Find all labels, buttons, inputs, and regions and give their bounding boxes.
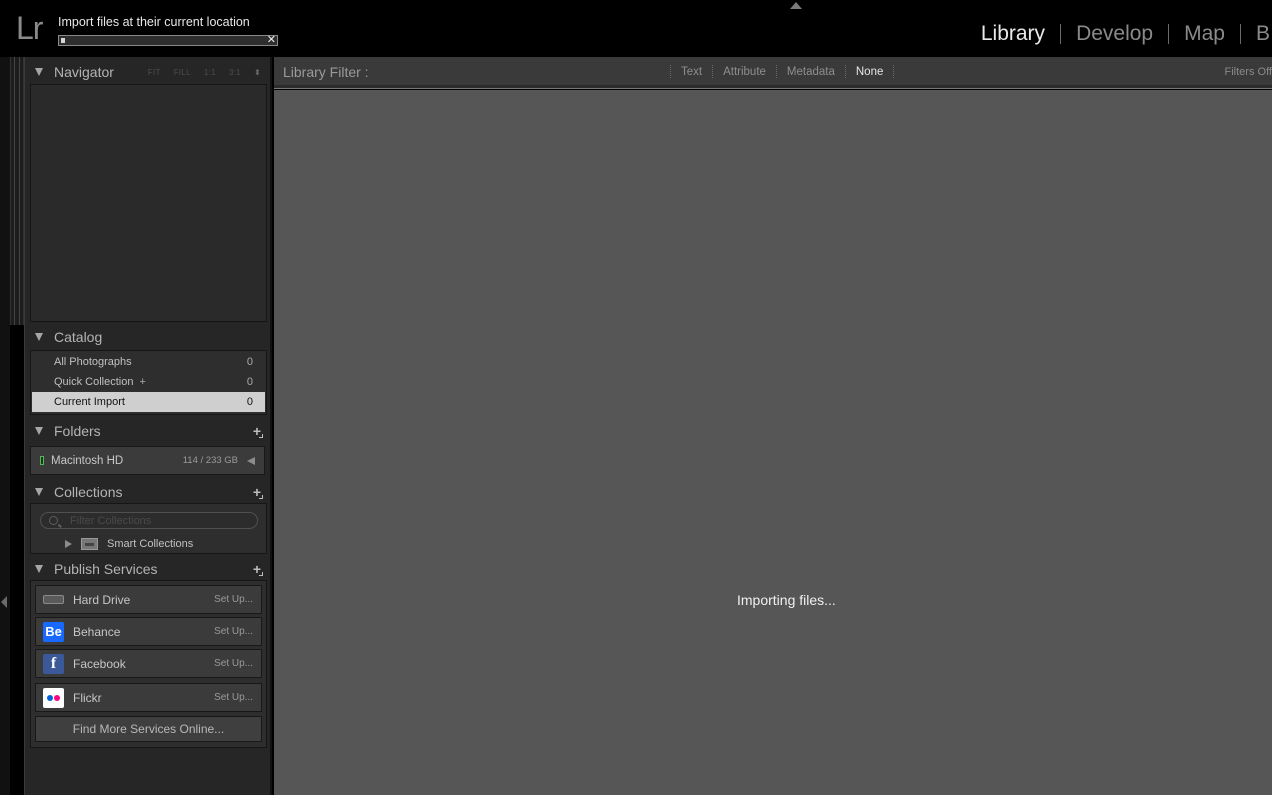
module-picker: Library Develop Map B bbox=[966, 22, 1272, 46]
zoom-stepper-icon[interactable]: ⬍ bbox=[254, 68, 261, 77]
disclosure-triangle-icon bbox=[35, 427, 43, 435]
left-panel: Navigator FIT FILL 1:1 3:1 ⬍ Catalog All… bbox=[24, 57, 272, 795]
behance-icon: Be bbox=[43, 621, 64, 642]
filter-none-tab[interactable]: None bbox=[846, 66, 894, 78]
import-progress-bar: ✕ bbox=[58, 33, 278, 47]
collections-list: Filter Collections Smart Collections bbox=[30, 503, 267, 554]
catalog-list: All Photographs 0 Quick Collection + 0 C… bbox=[30, 350, 267, 415]
collapse-left-panel-icon[interactable] bbox=[1, 596, 7, 608]
zoom-1-1[interactable]: 1:1 bbox=[204, 68, 216, 77]
left-panel-edge bbox=[0, 57, 10, 795]
volume-expand-icon[interactable] bbox=[247, 457, 255, 465]
publish-service-facebook[interactable]: f Facebook Set Up... bbox=[35, 649, 262, 678]
disclosure-triangle-icon bbox=[35, 488, 43, 496]
quick-collection-plus-icon: + bbox=[139, 376, 146, 388]
cancel-import-icon[interactable]: ✕ bbox=[267, 33, 276, 47]
zoom-fill[interactable]: FILL bbox=[174, 68, 191, 77]
filter-collections-input[interactable]: Filter Collections bbox=[40, 512, 258, 529]
catalog-item-count: 0 bbox=[246, 396, 253, 408]
add-collection-icon[interactable]: + bbox=[253, 484, 264, 500]
zoom-3-1[interactable]: 3:1 bbox=[229, 68, 241, 77]
volume-status-led-icon bbox=[40, 456, 44, 465]
catalog-item-count: 0 bbox=[246, 376, 253, 388]
zoom-fit[interactable]: FIT bbox=[148, 68, 161, 77]
collapse-top-panel-icon[interactable] bbox=[790, 2, 802, 9]
filter-collections-placeholder: Filter Collections bbox=[70, 514, 152, 527]
navigator-preview[interactable] bbox=[30, 84, 267, 322]
library-filter-bar: Library Filter : Text Attribute Metadata… bbox=[274, 57, 1272, 86]
add-publish-service-icon[interactable]: + bbox=[253, 561, 264, 577]
smart-collections-item[interactable]: Smart Collections bbox=[65, 535, 193, 552]
find-more-services-button[interactable]: Find More Services Online... bbox=[35, 716, 262, 742]
module-map[interactable]: Map bbox=[1169, 22, 1240, 46]
filter-bar-divider bbox=[274, 86, 1272, 89]
disclosure-triangle-icon bbox=[35, 333, 43, 341]
catalog-item-label: Current Import bbox=[54, 396, 125, 408]
volume-macintosh-hd[interactable]: Macintosh HD 114 / 233 GB bbox=[30, 446, 265, 475]
disclosure-triangle-icon bbox=[35, 565, 43, 573]
filter-separator bbox=[893, 65, 895, 78]
import-progress-fill bbox=[61, 38, 65, 43]
filter-text-tab[interactable]: Text bbox=[671, 66, 712, 78]
smart-collections-label: Smart Collections bbox=[107, 537, 194, 550]
expand-triangle-icon[interactable] bbox=[65, 539, 72, 548]
library-grid[interactable]: Importing files... bbox=[274, 90, 1272, 795]
publish-service-name: Hard Drive bbox=[73, 592, 131, 607]
lightroom-logo: Lr bbox=[16, 10, 43, 46]
publish-service-hard-drive[interactable]: Hard Drive Set Up... bbox=[35, 585, 262, 614]
navigator-header[interactable]: Navigator FIT FILL 1:1 3:1 ⬍ bbox=[29, 60, 267, 84]
publish-services-header[interactable]: Publish Services + bbox=[29, 557, 267, 581]
catalog-item-all-photographs[interactable]: All Photographs 0 bbox=[31, 352, 266, 372]
top-bar: Lr Import files at their current locatio… bbox=[0, 0, 1272, 57]
set-up-link[interactable]: Set Up... bbox=[214, 594, 253, 605]
filter-attribute-tab[interactable]: Attribute bbox=[713, 66, 776, 78]
flickr-icon bbox=[43, 687, 64, 708]
import-status-text: Import files at their current location bbox=[58, 15, 250, 29]
module-book[interactable]: B bbox=[1241, 22, 1272, 46]
catalog-header[interactable]: Catalog bbox=[29, 325, 267, 349]
facebook-icon: f bbox=[43, 653, 64, 674]
module-library[interactable]: Library bbox=[966, 22, 1060, 46]
catalog-item-current-import[interactable]: Current Import 0 bbox=[32, 392, 265, 412]
catalog-item-count: 0 bbox=[246, 356, 253, 368]
search-icon bbox=[49, 516, 58, 525]
catalog-item-label: All Photographs bbox=[54, 356, 132, 368]
folders-header[interactable]: Folders + bbox=[29, 419, 267, 443]
publish-service-flickr[interactable]: Flickr Set Up... bbox=[35, 683, 262, 712]
catalog-title: Catalog bbox=[54, 329, 103, 345]
catalog-item-label: Quick Collection bbox=[54, 376, 134, 388]
navigator-title: Navigator bbox=[54, 64, 114, 80]
publish-service-name: Flickr bbox=[73, 690, 102, 705]
smart-collection-set-icon bbox=[81, 537, 98, 550]
volume-size: 114 / 233 GB bbox=[182, 455, 238, 466]
catalog-item-quick-collection[interactable]: Quick Collection + 0 bbox=[31, 372, 266, 392]
publish-service-name: Facebook bbox=[73, 656, 126, 671]
library-filter-label: Library Filter : bbox=[283, 64, 369, 80]
importing-message: Importing files... bbox=[737, 592, 836, 608]
filter-metadata-tab[interactable]: Metadata bbox=[777, 66, 845, 78]
navigator-zoom-options: FIT FILL 1:1 3:1 ⬍ bbox=[148, 68, 261, 77]
set-up-link[interactable]: Set Up... bbox=[214, 658, 253, 669]
navigator-resize-grip[interactable] bbox=[10, 57, 24, 325]
add-folder-icon[interactable]: + bbox=[253, 423, 264, 439]
publish-service-behance[interactable]: Be Behance Set Up... bbox=[35, 617, 262, 646]
hard-drive-icon bbox=[43, 590, 64, 610]
publish-services-list: Hard Drive Set Up... Be Behance Set Up..… bbox=[30, 580, 267, 748]
disclosure-triangle-icon bbox=[35, 68, 43, 76]
collections-title: Collections bbox=[54, 484, 123, 500]
publish-services-title: Publish Services bbox=[54, 561, 158, 577]
publish-service-name: Behance bbox=[73, 624, 121, 639]
set-up-link[interactable]: Set Up... bbox=[214, 626, 253, 637]
filters-off-dropdown[interactable]: Filters Off bbox=[1225, 66, 1272, 78]
folders-title: Folders bbox=[54, 423, 101, 439]
module-develop[interactable]: Develop bbox=[1061, 22, 1168, 46]
library-filter-options: Text Attribute Metadata None bbox=[670, 65, 895, 78]
set-up-link[interactable]: Set Up... bbox=[214, 692, 253, 703]
collections-header[interactable]: Collections + bbox=[29, 480, 267, 504]
volume-name: Macintosh HD bbox=[51, 454, 124, 467]
